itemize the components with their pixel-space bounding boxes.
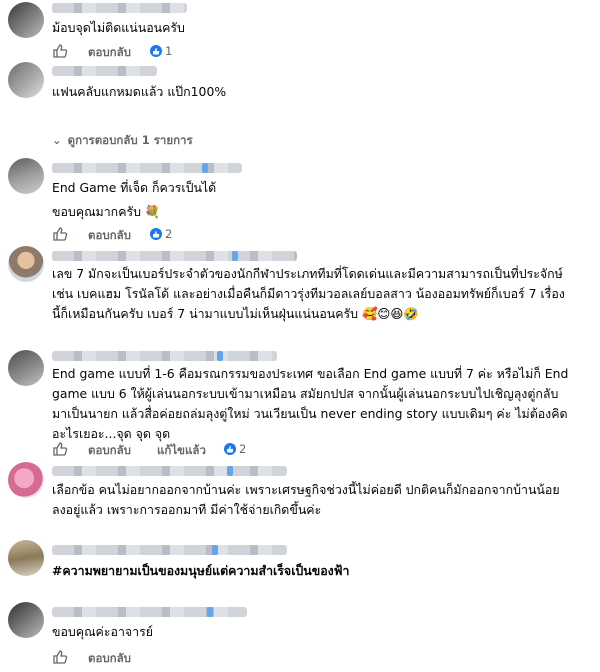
- commenter-name[interactable]: [52, 466, 287, 476]
- reply-link[interactable]: ตอบกลับ: [88, 44, 131, 62]
- chevron-down-icon: ⌄: [52, 133, 62, 147]
- view-replies-link[interactable]: ⌄ ดูการตอบกลับ 1 รายการ: [52, 132, 193, 150]
- comment-text: เลข 7 มักจะเป็นเบอร์ประจำตัวของนักกีฬาปร…: [52, 266, 565, 321]
- comment-text: #ความพยายามเป็นของมนุษย์แต่ความสำเร็จเป็…: [52, 563, 350, 578]
- like-reaction-icon: [224, 443, 236, 455]
- commenter-name[interactable]: [52, 607, 247, 617]
- edited-label: แก้ไขแล้ว: [157, 443, 206, 457]
- avatar[interactable]: [8, 602, 44, 638]
- reply-link[interactable]: ตอบกลับ: [88, 650, 131, 668]
- comment-text: เลือกข้อ คนไม่อยากออกจากบ้านค่ะ เพราะเศร…: [52, 482, 560, 517]
- commenter-name[interactable]: [52, 251, 297, 261]
- comment-text: End game แบบที่ 1-6 คือมรณกรรมของประเทศ …: [52, 366, 569, 441]
- reaction-count[interactable]: 1: [150, 44, 172, 58]
- like-thumb-icon[interactable]: [52, 43, 68, 59]
- avatar[interactable]: [8, 62, 44, 98]
- avatar[interactable]: [8, 462, 44, 498]
- comment-text: ขอบคุณมากครับ 💐: [52, 204, 161, 219]
- avatar[interactable]: [8, 246, 44, 282]
- like-thumb-icon[interactable]: [52, 649, 68, 665]
- comment-text: แฟนคลับแกหมดแล้ว แป๊ก100%: [52, 84, 227, 99]
- reply-link[interactable]: ตอบกลับ: [88, 442, 131, 460]
- like-thumb-icon[interactable]: [52, 441, 68, 457]
- commenter-name[interactable]: [52, 3, 187, 13]
- like-reaction-icon: [150, 45, 162, 57]
- avatar[interactable]: [8, 540, 44, 576]
- reply-link[interactable]: ตอบกลับ: [88, 227, 131, 245]
- reaction-count[interactable]: 2: [224, 442, 246, 456]
- avatar[interactable]: [8, 2, 44, 38]
- comment-text: ขอบคุณค่ะอาจารย์: [52, 624, 154, 639]
- commenter-name[interactable]: [52, 351, 277, 361]
- commenter-name[interactable]: [52, 66, 157, 76]
- commenter-name[interactable]: [52, 545, 287, 555]
- like-thumb-icon[interactable]: [52, 226, 68, 242]
- reaction-count[interactable]: 2: [150, 227, 172, 241]
- comment-text: End Game ที่เจ็ด ก็ควรเป็นได้: [52, 180, 217, 195]
- comment-text: ม้อบจุดไม่ติดแน่นอนครับ: [52, 20, 185, 35]
- avatar[interactable]: [8, 350, 44, 386]
- like-reaction-icon: [150, 228, 162, 240]
- avatar[interactable]: [8, 158, 44, 194]
- commenter-name[interactable]: [52, 163, 242, 173]
